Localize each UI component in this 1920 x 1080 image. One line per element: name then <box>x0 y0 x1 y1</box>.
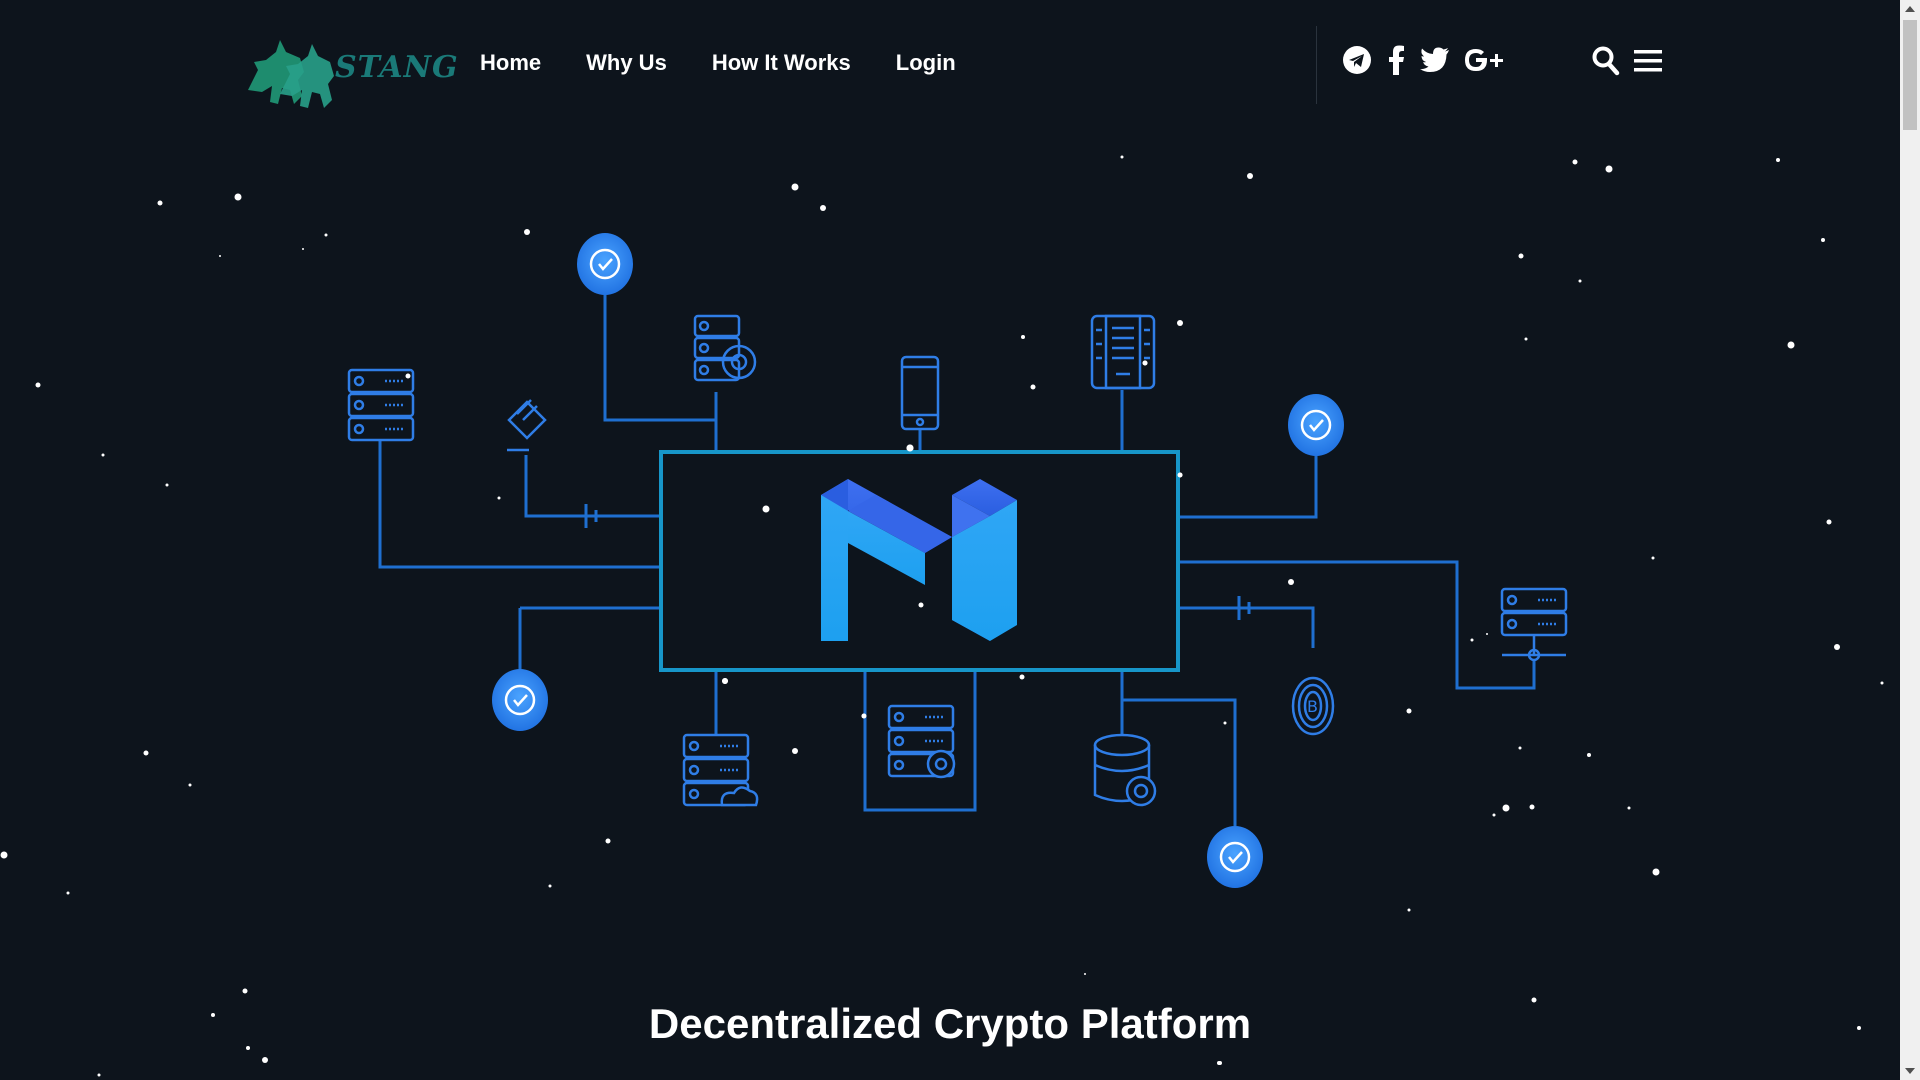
server-settings-icon <box>693 314 757 382</box>
server-cloud-icon <box>682 733 759 807</box>
facebook-icon[interactable] <box>1386 45 1406 75</box>
nav-divider <box>1316 26 1317 104</box>
page: B STANG Home Why Us How It Works Login D… <box>0 0 1900 1080</box>
navbar: STANG Home Why Us How It Works Login <box>0 0 1900 130</box>
scrollbar-thumb[interactable] <box>1903 20 1917 130</box>
telegram-icon[interactable] <box>1342 45 1372 75</box>
twitter-icon[interactable] <box>1420 47 1450 73</box>
server-network-icon <box>1500 587 1568 662</box>
search-icon[interactable] <box>1592 46 1620 76</box>
hero-headline: Decentralized Crypto Platform <box>648 1000 1252 1047</box>
server-gear-icon <box>887 704 956 779</box>
nav-links: Home Why Us How It Works Login <box>480 50 956 76</box>
social-links <box>1342 45 1504 75</box>
horse-logo-icon <box>248 40 334 108</box>
nav-how-it-works[interactable]: How It Works <box>712 50 851 76</box>
wallet-icon <box>507 399 547 452</box>
tower-server-icon <box>1090 314 1156 390</box>
header-tools <box>1592 46 1662 76</box>
database-gear-icon <box>1093 733 1157 807</box>
bitcoin-fingerprint-icon: B <box>1291 676 1335 736</box>
brand-name: STANG <box>335 50 459 85</box>
hero-illustration: B <box>0 155 1884 1077</box>
vertical-scrollbar[interactable] <box>1900 0 1920 1080</box>
nav-login[interactable]: Login <box>896 50 956 76</box>
server-icon <box>347 368 415 442</box>
scroll-down-arrow-icon[interactable] <box>1900 1062 1920 1080</box>
scroll-up-arrow-icon[interactable] <box>1900 0 1920 18</box>
google-plus-icon[interactable] <box>1464 46 1504 74</box>
nav-home[interactable]: Home <box>480 50 541 76</box>
menu-icon[interactable] <box>1634 47 1662 75</box>
svg-text:B: B <box>1307 697 1318 716</box>
nav-why-us[interactable]: Why Us <box>586 50 667 76</box>
mobile-phone-icon <box>900 355 940 431</box>
